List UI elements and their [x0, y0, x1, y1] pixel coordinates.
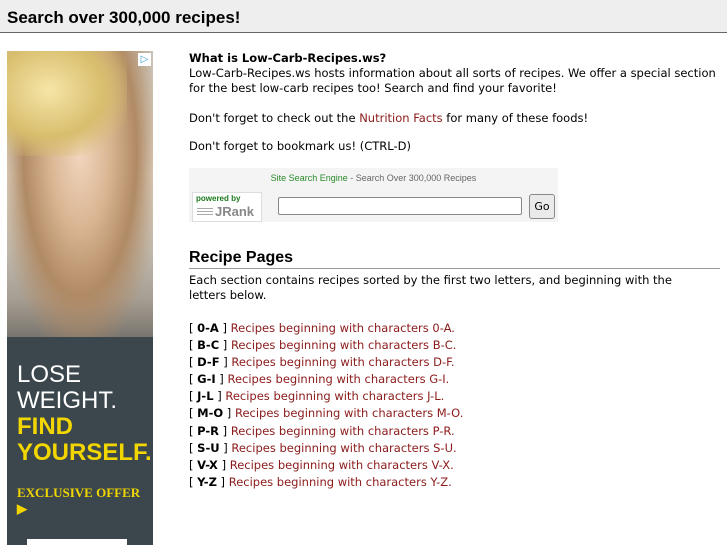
ad-offer-link[interactable]: EXCLUSIVE OFFER ▶: [17, 485, 153, 517]
list-item: [ J-L ] Recipes beginning with character…: [189, 389, 445, 404]
jrank-brand: JRank: [215, 204, 255, 219]
nutrition-facts-link[interactable]: Nutrition Facts: [359, 111, 442, 125]
adchoices-icon[interactable]: ▷: [138, 53, 151, 66]
list-item: [ D-F ] Recipes beginning with character…: [189, 355, 455, 370]
list-item: [ P-R ] Recipes beginning with character…: [189, 423, 455, 438]
range-label: G-I: [197, 372, 216, 387]
list-item: [ Y-Z ] Recipes beginning with character…: [189, 474, 452, 489]
header-bar: Search over 300,000 recipes!: [0, 0, 727, 33]
intro-question: What is Low-Carb-Recipes.ws?: [189, 51, 387, 65]
ad-line-1: LOSE: [17, 361, 82, 388]
search-input[interactable]: [278, 197, 522, 215]
recipe-range-link[interactable]: Recipes beginning with characters M-O.: [235, 406, 463, 420]
range-label: P-R: [197, 423, 220, 438]
jrank-logo[interactable]: powered by JRank: [192, 192, 262, 222]
recipe-range-link[interactable]: Recipes beginning with characters D-F.: [231, 355, 454, 369]
list-item: [ B-C ] Recipes beginning with character…: [189, 338, 457, 353]
recipe-range-link[interactable]: Recipes beginning with characters S-U.: [231, 441, 456, 455]
search-title-suffix: - Search Over 300,000 Recipes: [347, 173, 477, 183]
recipe-range-link[interactable]: Recipes beginning with characters P-R.: [231, 424, 455, 438]
range-label: M-O: [197, 406, 224, 421]
ad-line-3: FIND: [17, 413, 73, 440]
list-item: [ 0-A ] Recipes beginning with character…: [189, 321, 455, 335]
ad-line-4: YOURSELF.: [17, 439, 152, 466]
recipe-range-link[interactable]: Recipes beginning with characters 0-A.: [231, 321, 455, 335]
ad-photo-hair: [7, 51, 127, 156]
list-item: [ G-I ] Recipes beginning with character…: [189, 372, 450, 387]
search-title: Site Search Engine - Search Over 300,000…: [189, 173, 558, 183]
intro-text: Low-Carb-Recipes.ws hosts information ab…: [189, 66, 716, 95]
bookmark-note: Don't forget to bookmark us! (CTRL-D): [189, 139, 411, 153]
recipe-range-link[interactable]: Recipes beginning with characters Y-Z.: [229, 475, 452, 489]
range-label: D-F: [197, 355, 220, 370]
go-button[interactable]: Go: [529, 194, 555, 219]
ad-logo: [27, 539, 127, 545]
nutrition-prefix: Don't forget to check out the: [189, 111, 360, 125]
recipe-range-link[interactable]: Recipes beginning with characters B-C.: [231, 338, 456, 352]
recipe-pages-list: [ 0-A ] Recipes beginning with character…: [189, 320, 463, 491]
nutrition-suffix: for many of these foods!: [442, 111, 589, 125]
range-label: V-X: [197, 457, 218, 472]
nutrition-note: Don't forget to check out the Nutrition …: [189, 111, 720, 126]
recipe-range-link[interactable]: Recipes beginning with characters J-L.: [225, 389, 444, 403]
list-item: [ M-O ] Recipes beginning with character…: [189, 406, 464, 421]
list-item: [ S-U ] Recipes beginning with character…: [189, 440, 457, 455]
recipe-pages-description: Each section contains recipes sorted by …: [189, 273, 672, 302]
search-engine-link[interactable]: Site Search Engine: [271, 173, 348, 183]
recipe-range-link[interactable]: Recipes beginning with characters G-I.: [227, 372, 449, 386]
recipe-pages-heading: Recipe Pages: [189, 249, 720, 269]
range-label: Y-Z: [197, 474, 217, 489]
range-label: S-U: [197, 440, 220, 455]
intro-section: What is Low-Carb-Recipes.ws? Low-Carb-Re…: [189, 51, 720, 154]
advertisement-banner[interactable]: ▷ LOSE WEIGHT. FIND YOURSELF. EXCLUSIVE …: [7, 51, 153, 545]
recipe-range-link[interactable]: Recipes beginning with characters V-X.: [230, 458, 454, 472]
range-label: 0-A: [197, 321, 219, 335]
range-label: J-L: [197, 389, 214, 404]
list-item: [ V-X ] Recipes beginning with character…: [189, 457, 454, 472]
ad-line-2: WEIGHT.: [17, 387, 117, 414]
range-label: B-C: [197, 338, 220, 353]
jrank-lines-icon: [197, 208, 213, 216]
page-title: Search over 300,000 recipes!: [7, 8, 241, 27]
site-search-box: Site Search Engine - Search Over 300,000…: [189, 168, 558, 222]
powered-by-label: powered by: [196, 194, 241, 203]
